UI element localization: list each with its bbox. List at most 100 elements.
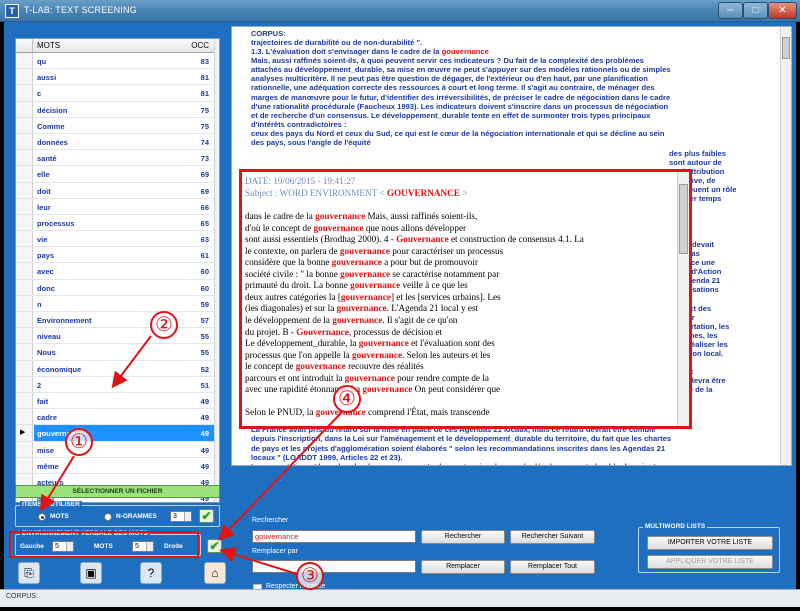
table-row[interactable]: n 59 — [16, 295, 219, 312]
import-list-button[interactable]: IMPORTER VOTRE LISTE — [647, 536, 773, 550]
search-next-button[interactable]: Rechercher Suivant — [510, 530, 595, 544]
words-radio[interactable] — [38, 513, 46, 521]
search-button[interactable]: Rechercher — [421, 530, 505, 544]
table-scrollbar[interactable] — [214, 39, 219, 502]
table-row[interactable]: niveau 55 — [16, 328, 219, 345]
row-word: aussi — [37, 73, 57, 83]
table-row[interactable]: doit 69 — [16, 182, 219, 199]
row-occ: 81 — [200, 73, 209, 83]
row-selector[interactable] — [16, 376, 33, 392]
table-row[interactable]: données 74 — [16, 133, 219, 151]
row-word: doit — [37, 186, 51, 196]
table-row[interactable]: processus 65 — [16, 214, 219, 232]
row-selector[interactable] — [16, 247, 33, 263]
items-ok-button[interactable]: ✔ — [199, 509, 214, 523]
row-occ: 65 — [200, 218, 209, 228]
table-row[interactable]: aussi 81 — [16, 69, 219, 86]
window-title: T-LAB: TEXT SCREENING — [24, 5, 137, 15]
table-row[interactable]: fait 49 — [16, 392, 219, 410]
row-selector[interactable] — [16, 263, 33, 279]
popup-date: DATE: 19/06/2015 - 19:41:27 — [245, 176, 356, 186]
popup-line: processus que l'on appelle la gouvernanc… — [245, 349, 491, 360]
row-selector[interactable] — [16, 101, 33, 117]
row-selector[interactable] — [16, 441, 33, 457]
replace-input[interactable] — [252, 560, 416, 573]
ngrams-radio[interactable] — [104, 513, 112, 521]
table-row[interactable]: 2 51 — [16, 376, 219, 393]
environment-ok-button[interactable]: ✔ — [207, 539, 222, 553]
row-selector[interactable] — [16, 117, 33, 133]
row-selector[interactable] — [16, 279, 33, 295]
help-icon[interactable]: ? — [140, 562, 162, 584]
row-selector[interactable] — [16, 231, 33, 247]
row-selector[interactable] — [16, 344, 33, 360]
row-word: elle — [37, 170, 50, 180]
row-word: avec — [37, 267, 54, 277]
corpus-line: rationnelle, une adéquation correcte des… — [251, 83, 655, 93]
row-occ: 49 — [200, 396, 209, 406]
replace-all-button[interactable]: Remplacer Tout — [510, 560, 595, 574]
row-selector[interactable] — [16, 425, 33, 441]
table-row[interactable]: c 81 — [16, 85, 219, 102]
close-button[interactable]: ✕ — [768, 2, 797, 19]
row-selector[interactable] — [16, 133, 33, 150]
table-row[interactable]: décision 75 — [16, 101, 219, 118]
row-selector[interactable] — [16, 328, 33, 344]
word-table[interactable]: MOTS OCC qu 83 aussi 81 c 81 décision 75 Comme 75… — [15, 38, 220, 503]
table-row[interactable]: avec 60 — [16, 263, 219, 280]
table-row[interactable]: cadre 49 — [16, 409, 219, 426]
row-selector[interactable] — [16, 198, 33, 214]
row-occ: 66 — [200, 202, 209, 212]
maximize-button[interactable]: □ — [743, 2, 768, 19]
corpus-line: depuis l'inscription, dans la Loi sur l'… — [251, 434, 672, 444]
column-header-occ[interactable]: OCC — [191, 41, 209, 50]
word-environment-popup[interactable]: DATE: 19/06/2015 - 19:41:27 Subject : WO… — [239, 169, 692, 429]
table-row[interactable]: santé 73 — [16, 150, 219, 167]
row-selector[interactable] — [16, 360, 33, 376]
row-occ: 81 — [200, 89, 209, 99]
table-row[interactable]: Comme 75 — [16, 117, 219, 134]
row-occ: 69 — [200, 186, 209, 196]
table-row[interactable]: gouvernance49 — [16, 425, 219, 442]
table-row[interactable]: donc 60 — [16, 279, 219, 296]
table-row[interactable]: Environnement 57 — [16, 312, 219, 329]
export-icon[interactable]: ⎘ — [18, 562, 40, 584]
table-row[interactable]: elle 69 — [16, 166, 219, 183]
ngram-stepper[interactable]: 3 — [170, 511, 192, 522]
items-group: ITEMS À UTILISER MOTS N-GRAMMES 3 ✔ — [15, 501, 220, 527]
apply-list-button[interactable]: APPLIQUER VOTRE LISTE — [647, 555, 773, 569]
row-selector[interactable] — [16, 85, 33, 101]
row-selector[interactable] — [16, 409, 33, 425]
table-row[interactable]: même 49 — [16, 457, 219, 474]
search-input[interactable]: gouvernance — [252, 530, 416, 543]
select-file-button[interactable]: SÉLECTIONNER UN FICHIER — [15, 485, 220, 498]
row-selector[interactable] — [16, 392, 33, 409]
row-selector[interactable] — [16, 295, 33, 311]
table-row[interactable]: économique 52 — [16, 360, 219, 377]
popup-scrollbar[interactable] — [677, 172, 689, 426]
replace-button[interactable]: Remplacer — [421, 560, 505, 574]
table-row[interactable]: leur 66 — [16, 198, 219, 215]
row-occ: 74 — [200, 137, 209, 147]
row-selector[interactable] — [16, 150, 33, 166]
row-selector[interactable] — [16, 166, 33, 182]
row-selector[interactable] — [16, 182, 33, 198]
table-row[interactable]: qu 83 — [16, 53, 219, 70]
row-occ: 60 — [200, 267, 209, 277]
row-selector[interactable] — [16, 214, 33, 231]
home-icon[interactable]: ⌂ — [204, 562, 226, 584]
table-row[interactable]: Nous 55 — [16, 344, 219, 361]
corpus-scrollbar[interactable] — [780, 27, 791, 465]
minimize-button[interactable]: ─ — [718, 2, 743, 19]
row-selector[interactable] — [16, 69, 33, 85]
save-icon[interactable]: ▣ — [80, 562, 102, 584]
row-occ: 51 — [200, 380, 209, 390]
row-selector[interactable] — [16, 457, 33, 473]
popup-line: dans le cadre de la gouvernance Mais, au… — [245, 211, 478, 222]
table-row[interactable]: vie 63 — [16, 231, 219, 248]
table-row[interactable]: mise 49 — [16, 441, 219, 458]
row-selector[interactable] — [16, 53, 33, 69]
table-row[interactable]: pays 61 — [16, 247, 219, 264]
column-header-words[interactable]: MOTS — [37, 41, 60, 50]
row-selector[interactable] — [16, 312, 33, 328]
